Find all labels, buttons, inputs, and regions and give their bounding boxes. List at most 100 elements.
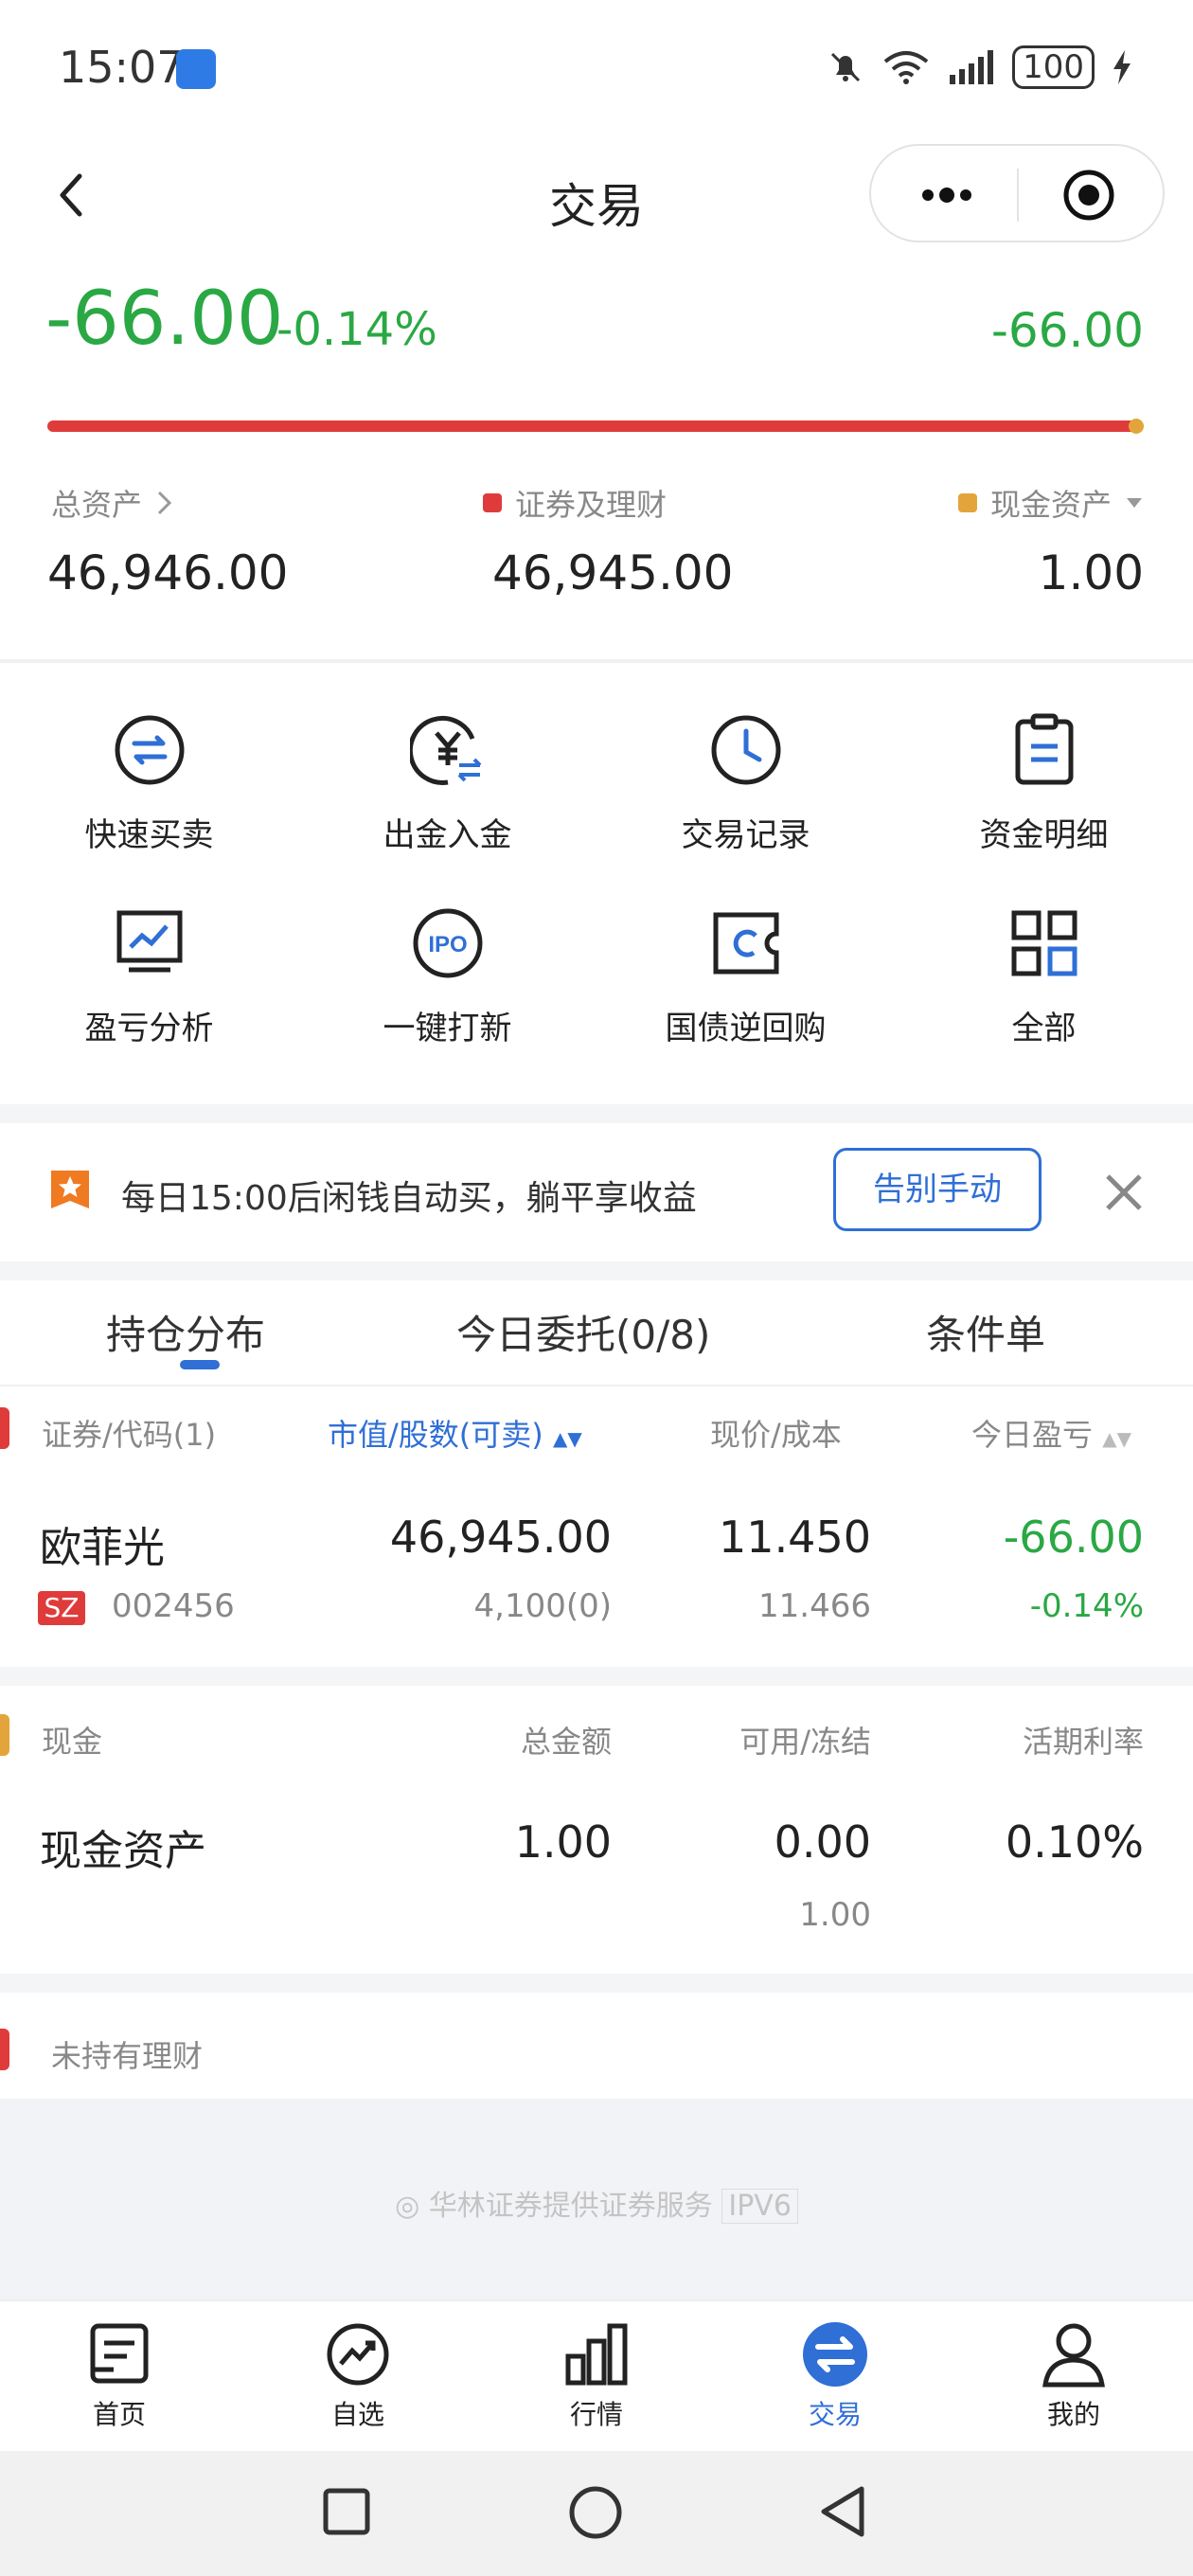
charging-icon [1113, 50, 1131, 84]
shortcut-label: 一键打新 [383, 1010, 512, 1047]
section-gap [0, 1667, 1193, 1686]
shortcut-label: 盈亏分析 [84, 1010, 214, 1047]
today-pnl-pct: -0.14% [276, 303, 437, 356]
cash-assets-dropdown[interactable]: 现金资产 [957, 481, 1144, 525]
col-header-price: 现价/成本 [710, 1417, 842, 1453]
asset-allocation-bar [47, 420, 1136, 432]
securities-label: 证券及理财 [515, 487, 668, 523]
divider [0, 1385, 1193, 1386]
nav-profile[interactable]: 我的 [954, 2301, 1193, 2453]
nav-label: 我的 [1046, 2399, 1100, 2430]
shares: 4,100(0) [473, 1587, 613, 1625]
total-assets-label: 总资产 [51, 487, 143, 523]
chevron-right-icon [157, 491, 172, 515]
securities-legend-dot [483, 493, 502, 512]
section-gap [0, 1974, 1193, 1993]
today-pnl: -66.00 [45, 277, 284, 362]
cash-header-rate: 活期利率 [1022, 1724, 1144, 1760]
clock-icon [711, 715, 780, 785]
cash-header-title: 现金 [42, 1724, 103, 1760]
shortcut-reverse-repo[interactable]: 国债逆回购 [596, 905, 895, 1095]
chart-monitor-icon [116, 910, 182, 973]
nav-market[interactable]: 行情 [477, 2301, 716, 2453]
home-circle-icon[interactable] [568, 2485, 623, 2540]
stock-name: 欧菲光 [40, 1524, 165, 1572]
trade-swap-icon [803, 2322, 867, 2387]
shortcut-label: 出金入金 [383, 816, 512, 854]
cash-legend-dot [957, 493, 977, 512]
cash-name: 现金资产 [40, 1827, 206, 1875]
col-header-today-pnl[interactable]: 今日盈亏 ▲▼ [971, 1411, 1131, 1455]
securities-value: 46,945.00 [492, 546, 734, 600]
status-time: 15:07 [59, 42, 185, 93]
grid-icon [1011, 910, 1077, 976]
tab-positions[interactable]: 持仓分布 [106, 1303, 265, 1361]
shortcut-label: 国债逆回购 [665, 1010, 827, 1047]
recent-apps-icon[interactable] [322, 2487, 371, 2536]
cash-label: 现金资产 [989, 487, 1112, 523]
cost-price: 11.466 [758, 1587, 871, 1625]
active-tab-indicator [180, 1360, 220, 1369]
sort-icon: ▲▼ [1102, 1427, 1131, 1450]
system-nav-bar [0, 2451, 1193, 2576]
back-triangle-icon[interactable] [816, 2483, 869, 2540]
close-icon[interactable] [1100, 1169, 1148, 1216]
market-value: 46,945.00 [389, 1512, 612, 1563]
wealth-section-marker [0, 2029, 9, 2070]
signal-icon [950, 50, 994, 84]
today-pnl-value: -66.00 [1003, 1512, 1144, 1563]
col-header-security: 证券/代码(1) [42, 1417, 217, 1453]
app-notification-icon [176, 49, 216, 89]
shortcut-transfer[interactable]: 出金入金 [298, 712, 596, 902]
shortcut-quick-trade[interactable]: 快速买卖 [0, 712, 298, 902]
total-assets-link[interactable]: 总资产 [51, 481, 174, 525]
sort-icon: ▲▼ [552, 1427, 582, 1450]
shortcut-label: 交易记录 [681, 816, 810, 854]
cash-value: 1.00 [1038, 546, 1144, 600]
nav-watchlist[interactable]: 自选 [239, 2301, 477, 2453]
status-bar: 15:07 100 [0, 0, 1193, 133]
nav-trade[interactable]: 交易 [716, 2301, 954, 2453]
repo-icon [713, 912, 778, 975]
triangle-down-icon [1127, 498, 1142, 508]
no-wealth-label: 未持有理财 [51, 2038, 204, 2074]
auto-invest-button[interactable]: 告别手动 [833, 1148, 1042, 1231]
ipv6-badge: IPV6 [721, 2189, 798, 2224]
nav-label: 首页 [92, 2399, 146, 2430]
more-icon[interactable] [909, 176, 985, 214]
close-miniapp-icon[interactable] [1060, 167, 1117, 224]
bar-chart-icon [565, 2323, 628, 2386]
shortcut-label: 快速买卖 [84, 816, 214, 854]
yuan-transfer-icon [409, 716, 481, 785]
col-header-market-value[interactable]: 市值/股数(可卖) ▲▼ [328, 1411, 582, 1455]
divider [0, 659, 1193, 663]
ipo-icon: IPO [413, 908, 482, 978]
svg-text:IPO: IPO [428, 932, 467, 957]
capsule-divider [1017, 169, 1019, 222]
section-gap [0, 1261, 1193, 1280]
securities-share-fill [47, 420, 1136, 432]
col-header-market-value-label: 市值/股数(可卖) [328, 1417, 543, 1453]
today-pnl-pct: -0.14% [1029, 1587, 1144, 1625]
section-gap [0, 1104, 1193, 1123]
cash-total: 1.00 [514, 1816, 612, 1868]
table-row[interactable]: 欧菲光 46,945.00 11.450 -66.00 002456 4,100… [0, 1477, 1193, 1663]
shortcut-trade-records[interactable]: 交易记录 [596, 712, 895, 902]
star-badge-icon [51, 1171, 89, 1208]
auto-invest-banner: 每日15:00后闲钱自动买，躺平享收益 告别手动 [0, 1123, 1193, 1261]
cash-frozen: 1.00 [799, 1896, 871, 1934]
wifi-icon [883, 51, 929, 84]
battery-indicator: 100 [1012, 45, 1095, 89]
footer-note: ◎ 华林证券提供证券服务 IPV6 [0, 2182, 1193, 2224]
securities-label-group: 证券及理财 [483, 481, 667, 525]
shortcut-all[interactable]: 全部 [895, 905, 1193, 1095]
shortcut-fund-details[interactable]: 资金明细 [895, 712, 1193, 902]
current-price: 11.450 [719, 1512, 871, 1563]
shield-icon: ◎ [395, 2190, 420, 2223]
shortcut-ipo[interactable]: IPO 一键打新 [298, 905, 596, 1095]
shortcut-pnl-analysis[interactable]: 盈亏分析 [0, 905, 298, 1095]
tab-conditional-orders[interactable]: 条件单 [926, 1303, 1045, 1361]
tab-today-orders[interactable]: 今日委托(0/8) [456, 1303, 710, 1361]
nav-home[interactable]: 首页 [0, 2301, 239, 2453]
footer-text: 华林证券提供证券服务 [428, 2190, 713, 2223]
